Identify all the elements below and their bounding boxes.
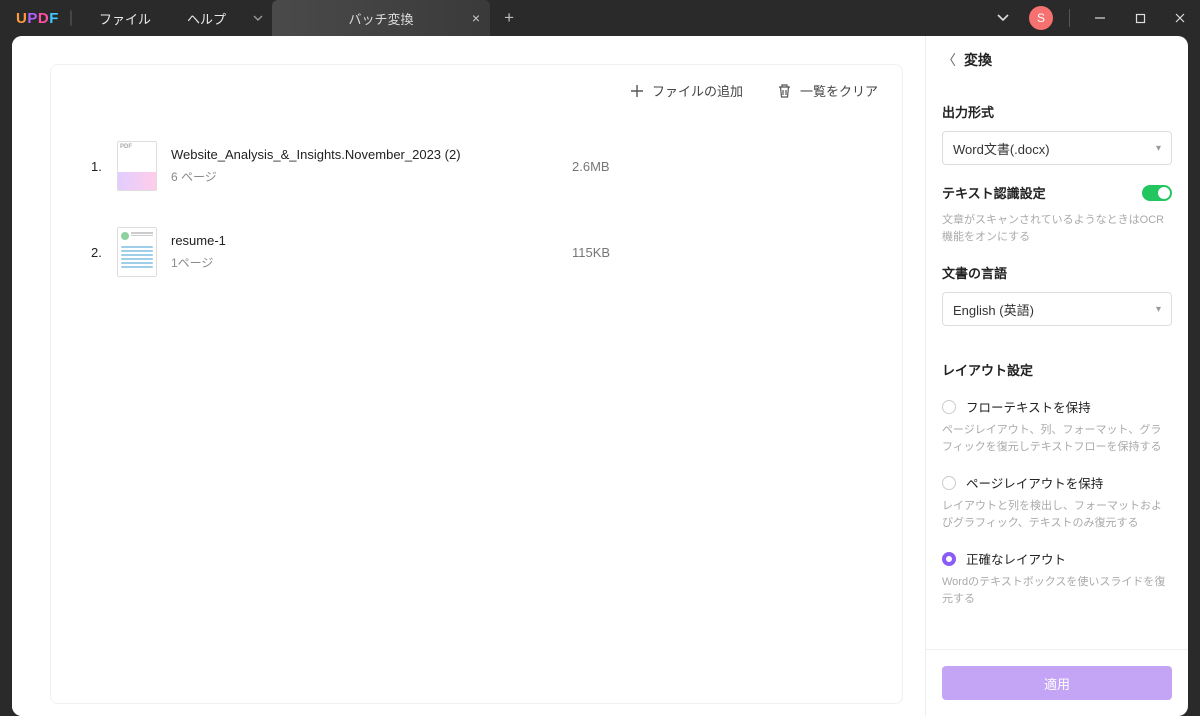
layout-option-exact[interactable]: 正確なレイアウト bbox=[942, 549, 1172, 568]
add-files-label: ファイルの追加 bbox=[652, 81, 743, 100]
menu-help[interactable]: ヘルプ bbox=[169, 0, 244, 36]
ocr-hint: 文章がスキャンされているようなときはOCR機能をオンにする bbox=[942, 212, 1172, 245]
language-select[interactable]: English (英語) ▾ bbox=[942, 292, 1172, 326]
tab-batch-convert[interactable]: バッチ変換 × bbox=[272, 0, 490, 36]
layout-label: レイアウト設定 bbox=[942, 360, 1172, 379]
file-thumbnail bbox=[117, 227, 157, 277]
layout-option-label: フローテキストを保持 bbox=[966, 397, 1091, 416]
output-format-value: Word文書(.docx) bbox=[953, 139, 1050, 158]
new-tab-button[interactable]: + bbox=[490, 8, 528, 28]
radio-icon bbox=[942, 400, 956, 414]
clear-list-button[interactable]: 一覧をクリア bbox=[777, 81, 878, 100]
language-value: English (英語) bbox=[953, 300, 1034, 319]
file-index: 2. bbox=[91, 245, 117, 260]
file-name: Website_Analysis_&_Insights.November_202… bbox=[171, 147, 572, 162]
divider bbox=[1069, 9, 1070, 27]
maximize-button[interactable] bbox=[1120, 0, 1160, 36]
tab-close-icon[interactable]: × bbox=[472, 11, 480, 25]
file-size: 2.6MB bbox=[572, 159, 692, 174]
output-format-label: 出力形式 bbox=[942, 102, 1172, 121]
layout-option-desc: レイアウトと列を検出し、フォーマットおよびグラフィック、テキストのみ復元する bbox=[942, 498, 1172, 531]
file-thumbnail: PDF bbox=[117, 141, 157, 191]
layout-option-desc: ページレイアウト、列、フォーマット、グラフィックを復元しテキストフローを保持する bbox=[942, 422, 1172, 455]
output-format-select[interactable]: Word文書(.docx) ▾ bbox=[942, 131, 1172, 165]
file-row[interactable]: 1. PDF Website_Analysis_&_Insights.Novem… bbox=[91, 123, 862, 209]
add-files-button[interactable]: ファイルの追加 bbox=[630, 81, 743, 100]
close-button[interactable] bbox=[1160, 0, 1200, 36]
chevron-down-icon: ▾ bbox=[1156, 304, 1161, 315]
apply-button[interactable]: 適用 bbox=[942, 666, 1172, 700]
panel-title: 変換 bbox=[964, 50, 992, 70]
chevron-down-icon: ▾ bbox=[1156, 143, 1161, 154]
radio-icon bbox=[942, 552, 956, 566]
avatar[interactable]: S bbox=[1029, 6, 1053, 30]
layout-option-page[interactable]: ページレイアウトを保持 bbox=[942, 473, 1172, 492]
file-pages: 6 ページ bbox=[171, 168, 572, 185]
layout-option-label: 正確なレイアウト bbox=[966, 549, 1066, 568]
ocr-toggle[interactable] bbox=[1142, 185, 1172, 201]
tab-label: バッチ変換 bbox=[349, 9, 414, 28]
trash-icon bbox=[777, 83, 792, 99]
language-label: 文書の言語 bbox=[942, 263, 1172, 282]
header-dropdown-icon[interactable] bbox=[983, 11, 1023, 25]
ocr-label: テキスト認識設定 bbox=[942, 183, 1046, 202]
tabs-dropdown[interactable] bbox=[244, 15, 272, 21]
back-icon[interactable]: 〈 bbox=[942, 50, 956, 70]
layout-option-flow[interactable]: フローテキストを保持 bbox=[942, 397, 1172, 416]
minimize-button[interactable] bbox=[1080, 0, 1120, 36]
radio-icon bbox=[942, 476, 956, 490]
plus-icon bbox=[630, 84, 644, 98]
file-size: 115KB bbox=[572, 245, 692, 260]
file-index: 1. bbox=[91, 159, 117, 174]
divider: | bbox=[69, 9, 73, 27]
clear-list-label: 一覧をクリア bbox=[800, 81, 878, 100]
layout-option-label: ページレイアウトを保持 bbox=[966, 473, 1103, 492]
file-name: resume-1 bbox=[171, 233, 572, 248]
menu-file[interactable]: ファイル bbox=[81, 0, 169, 36]
file-row[interactable]: 2. resume-1 1ページ 115KB bbox=[91, 209, 862, 295]
file-pages: 1ページ bbox=[171, 254, 572, 271]
layout-option-desc: Wordのテキストボックスを使いスライドを復元する bbox=[942, 574, 1172, 607]
app-logo: UPDF bbox=[0, 10, 59, 27]
